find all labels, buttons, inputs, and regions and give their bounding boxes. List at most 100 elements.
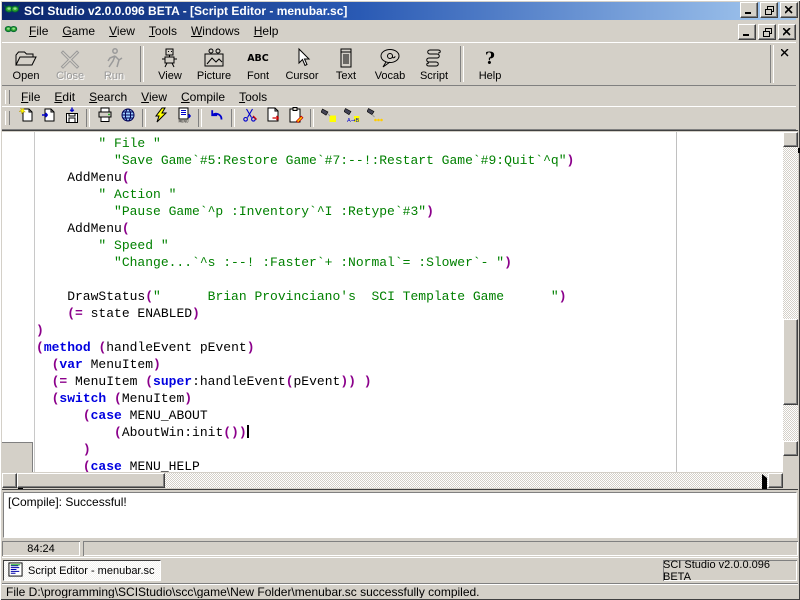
compile-lightning-button[interactable] [149, 107, 172, 129]
menu-file[interactable]: File [22, 22, 55, 40]
cursor-button[interactable]: Cursor [280, 45, 324, 84]
close-icon [783, 28, 791, 36]
mdi-child-controls [736, 24, 796, 40]
code-line: (case MENU_ABOUT [36, 407, 574, 424]
undo-button[interactable] [205, 107, 228, 129]
code-line: " Action " [36, 186, 574, 203]
mdi-child-icon[interactable] [4, 22, 18, 41]
caret-position: 84:24 [2, 541, 80, 556]
text-button[interactable]: Text [324, 45, 368, 84]
menu-view[interactable]: View [102, 22, 142, 40]
find-next-flashlight-button[interactable] [363, 107, 386, 129]
menu-tools[interactable]: Tools [142, 22, 184, 40]
new-file-button[interactable] [14, 107, 37, 129]
copy-icon [265, 107, 281, 128]
scroll-right-button[interactable] [768, 473, 783, 488]
run-man-icon [102, 46, 126, 70]
window-controls [738, 2, 798, 18]
code-text-area[interactable]: " File " "Save Game`#5:Restore Game`#7:-… [2, 132, 783, 472]
scrollbar-thumb[interactable] [783, 319, 798, 405]
undo-icon [209, 107, 225, 128]
code-line: "Change...`^s :--! :Faster`+ :Normal`= :… [36, 254, 574, 271]
scrollbar-thumb[interactable] [17, 473, 165, 488]
window-list-bar: Script Editor - menubar.sc SCI Studio v2… [2, 557, 798, 582]
minimize-icon [745, 6, 753, 14]
print-button[interactable] [93, 107, 116, 129]
toolbar-button-label: Run [104, 70, 124, 82]
editor-status-bar: 84:24 [2, 541, 798, 556]
toolbar-close-button[interactable] [778, 46, 792, 59]
compile-script-button[interactable]: MENU [172, 107, 195, 129]
editor-menu-view[interactable]: View [134, 88, 174, 106]
scroll-up-button[interactable] [783, 132, 798, 147]
print-globe-icon [120, 107, 136, 128]
main-menu-bar: FileGameViewToolsWindowsHelp [2, 21, 796, 41]
script-button[interactable]: Script [412, 45, 456, 84]
copy-button[interactable] [261, 107, 284, 129]
menu-help[interactable]: Help [247, 22, 286, 40]
restore-icon [763, 28, 772, 37]
window-restore-button[interactable] [760, 2, 778, 18]
cursor-arrow-icon [290, 46, 314, 70]
editor-corner-panel [2, 442, 33, 472]
picture-button[interactable]: Picture [192, 45, 236, 84]
mdi-minimize-button[interactable] [738, 24, 756, 40]
mdi-restore-button[interactable] [758, 24, 776, 40]
find-flashlight-button[interactable] [317, 107, 340, 129]
editor-menu-search[interactable]: Search [82, 88, 134, 106]
open-file-button[interactable] [37, 107, 60, 129]
toolbar-separator [770, 45, 774, 83]
text-caret [247, 425, 249, 438]
code-line: (var MenuItem) [36, 356, 574, 373]
close-icon [785, 6, 793, 14]
code-line: (= state ENABLED) [36, 305, 574, 322]
help-button[interactable]: ?Help [468, 45, 512, 84]
code-line: (= MenuItem (super:handleEvent(pEvent)) … [36, 373, 574, 390]
replace-flashlight-button[interactable]: A→B [340, 107, 363, 129]
editor-menu-file[interactable]: File [14, 88, 47, 106]
window-close-button[interactable] [780, 2, 798, 18]
code-line: " File " [36, 135, 574, 152]
toolbar-button-label: Font [247, 70, 269, 82]
new-file-icon [18, 107, 34, 128]
svg-text:A→B: A→B [347, 118, 359, 123]
script-editor-task-button[interactable]: Script Editor - menubar.sc [3, 560, 161, 581]
scroll-down-button[interactable] [783, 441, 798, 456]
toolbar-button-label: Open [13, 70, 40, 82]
font-button[interactable]: ABC Font [236, 45, 280, 84]
main-menu-items: FileGameViewToolsWindowsHelp [22, 22, 285, 40]
editor-menu-edit[interactable]: Edit [47, 88, 82, 106]
code-line: ) [36, 441, 574, 458]
window-minimize-button[interactable] [740, 2, 758, 18]
run-button[interactable]: Run [92, 45, 136, 84]
toolbar-gripper[interactable] [5, 111, 10, 125]
open-folder-icon [14, 46, 38, 70]
paste-icon [288, 107, 304, 128]
toolbar-button-label: Script [420, 70, 448, 82]
print-globe-button[interactable] [116, 107, 139, 129]
toolbar-button-label: Cursor [285, 70, 318, 82]
picture-icon [202, 46, 226, 70]
code-line: (switch (MenuItem) [36, 390, 574, 407]
open-button[interactable]: Open [4, 45, 48, 84]
save-file-button[interactable] [60, 107, 83, 129]
code-lines: " File " "Save Game`#5:Restore Game`#7:-… [36, 135, 574, 472]
mdi-close-button[interactable] [778, 24, 796, 40]
menu-game[interactable]: Game [55, 22, 102, 40]
open-file-icon [41, 107, 57, 128]
script-scroll-icon [422, 46, 446, 70]
menu-windows[interactable]: Windows [184, 22, 247, 40]
editor-menu-tools[interactable]: Tools [232, 88, 274, 106]
vocab-button[interactable]: Vocab [368, 45, 412, 84]
app-icon[interactable] [4, 1, 20, 22]
scroll-left-button[interactable] [2, 473, 17, 488]
svg-text:ABC: ABC [247, 53, 269, 64]
view-robot-icon [158, 46, 182, 70]
close-button[interactable]: Close [48, 45, 92, 84]
editor-menu-compile[interactable]: Compile [174, 88, 232, 106]
paste-button[interactable] [284, 107, 307, 129]
text-notepad-icon [334, 46, 358, 70]
toolbar-gripper[interactable] [5, 90, 10, 104]
cut-button[interactable] [238, 107, 261, 129]
view-button[interactable]: View [148, 45, 192, 84]
